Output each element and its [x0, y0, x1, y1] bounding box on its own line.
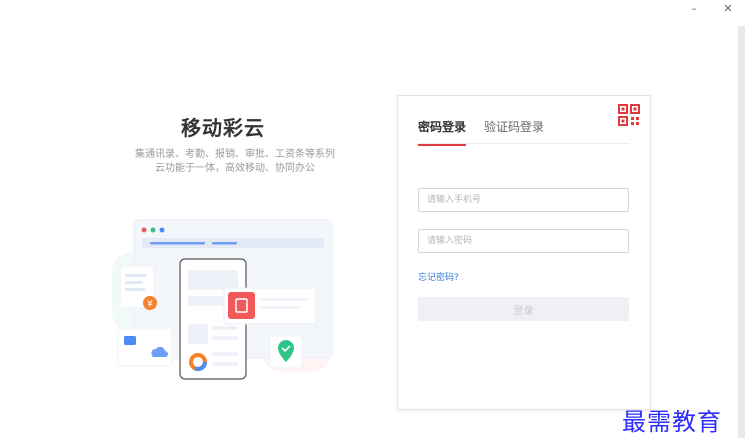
- qr-code-icon[interactable]: [618, 104, 640, 126]
- illus-phone-line: [212, 362, 238, 366]
- watermark: 最需教育: [622, 408, 722, 436]
- illus-phone-line: [212, 336, 238, 340]
- illus-phone-block: [188, 270, 238, 290]
- close-button[interactable]: ✕: [711, 0, 745, 16]
- notebook-icon: [228, 292, 255, 319]
- tab-password-login[interactable]: 密码登录: [418, 118, 467, 146]
- phone-input[interactable]: [418, 188, 629, 212]
- illus-progress-bar: [150, 242, 205, 245]
- illus-phone-block: [188, 324, 208, 344]
- hero-title: 移动彩云: [181, 116, 265, 140]
- illus-mid-line: [260, 306, 300, 309]
- hero-subtitle-line-1: 集通讯录、考勤、报销、审批、工资条等系列: [135, 149, 335, 160]
- hero-illustration: ¥: [112, 219, 333, 380]
- login-tabs: 密码登录 验证码登录: [418, 118, 544, 146]
- tab-code-login[interactable]: 验证码登录: [484, 118, 544, 144]
- window-controls: – ✕: [677, 0, 745, 16]
- side-scroll-strip: [738, 26, 745, 438]
- tabs-divider: [418, 143, 630, 144]
- illus-phone-line: [212, 326, 238, 330]
- password-input[interactable]: [418, 229, 629, 253]
- illus-progress-bar-short: [212, 242, 237, 245]
- illus-doc-line: [125, 274, 147, 277]
- illus-phone-line: [212, 352, 238, 356]
- illus-dot-green: [150, 227, 156, 233]
- hero-subtitle: 集通讯录、考勤、报销、审批、工资条等系列 云功能于一体，高效移动、协同办公: [110, 148, 360, 176]
- illus-doc-line: [125, 281, 143, 284]
- folder-icon: [124, 336, 136, 345]
- minimize-button[interactable]: –: [677, 0, 711, 16]
- hero-subtitle-line-2: 云功能于一体，高效移动、协同办公: [155, 163, 315, 174]
- yen-icon-symbol: ¥: [147, 300, 153, 310]
- forgot-password-link[interactable]: 忘记密码?: [418, 270, 459, 283]
- illus-dot-blue: [159, 227, 165, 233]
- illus-dot-red: [141, 227, 147, 233]
- login-button[interactable]: 登录: [418, 297, 629, 321]
- illus-mid-line: [260, 298, 308, 301]
- login-card: 密码登录 验证码登录 忘记密码? 登录: [397, 95, 651, 410]
- illus-doc-line: [125, 288, 145, 291]
- illus-folder-card: [117, 327, 173, 367]
